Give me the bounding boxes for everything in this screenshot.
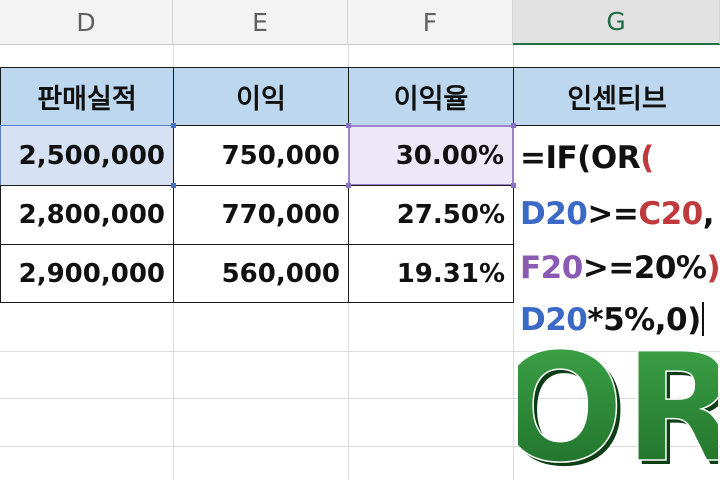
formula-line-1: =IF(OR( [520,140,654,176]
formula-line-2: D20>=C20, [520,196,715,232]
column-header-d[interactable]: D [0,0,173,45]
cell-d20[interactable]: 2,500,000 [0,125,174,186]
cell-value: 2,900,000 [18,258,165,289]
header-label: 인센티브 [567,84,667,115]
cell-value: 2,800,000 [18,200,165,230]
formula-token: ) [706,250,720,286]
range-handle[interactable] [346,123,351,128]
formula-token: , [702,196,715,232]
cell-value: 2,500,000 [18,140,165,171]
formula-ref-c20: C20 [638,196,703,232]
cell-e22[interactable]: 560,000 [173,244,349,303]
header-label: 이익율 [393,84,469,115]
formula-token: =IF(OR [520,140,641,176]
header-label: 이익 [236,84,286,115]
cell-value: 30.00% [395,140,504,171]
cell-d21[interactable]: 2,800,000 [0,185,174,245]
range-handle[interactable] [171,183,176,188]
cell-e21[interactable]: 770,000 [173,185,349,245]
formula-ref-f20: F20 [520,250,583,286]
or-logo-text: OR [518,330,718,470]
cell-value: 27.50% [396,200,505,230]
header-label: 판매실적 [37,84,137,115]
formula-token: ( [640,140,654,176]
column-header-f[interactable]: F [348,0,513,45]
cell-f22[interactable]: 19.31% [348,244,514,303]
formula-token: >= [587,196,639,232]
cell-value: 770,000 [221,200,340,230]
column-header-g[interactable]: G [513,0,720,45]
range-handle[interactable] [171,123,176,128]
formula-ref-d20: D20 [520,196,588,232]
cell-f21[interactable]: 27.50% [348,185,514,245]
or-logo: OR OR [518,330,718,470]
formula-line-3: F20>=20%), [520,250,720,286]
cell-value: 750,000 [221,140,340,171]
cell-d22[interactable]: 2,900,000 [0,244,174,303]
cell-f20[interactable]: 30.00% [348,125,514,186]
header-cell-sales[interactable]: 판매실적 [0,67,174,126]
header-cell-profit-rate[interactable]: 이익율 [348,67,514,126]
column-header-label: G [606,7,626,36]
header-cell-profit[interactable]: 이익 [173,67,349,126]
header-cell-incentive[interactable]: 인센티브 [513,67,720,126]
column-header-label: F [422,7,438,37]
cell-value: 560,000 [221,258,340,289]
cell-value: 19.31% [396,258,505,289]
formula-token: >=20% [582,250,707,286]
column-header-e[interactable]: E [173,0,348,45]
cell-e20[interactable]: 750,000 [173,125,349,186]
column-header-label: D [76,7,96,37]
range-handle[interactable] [346,183,351,188]
column-header-label: E [252,7,268,37]
